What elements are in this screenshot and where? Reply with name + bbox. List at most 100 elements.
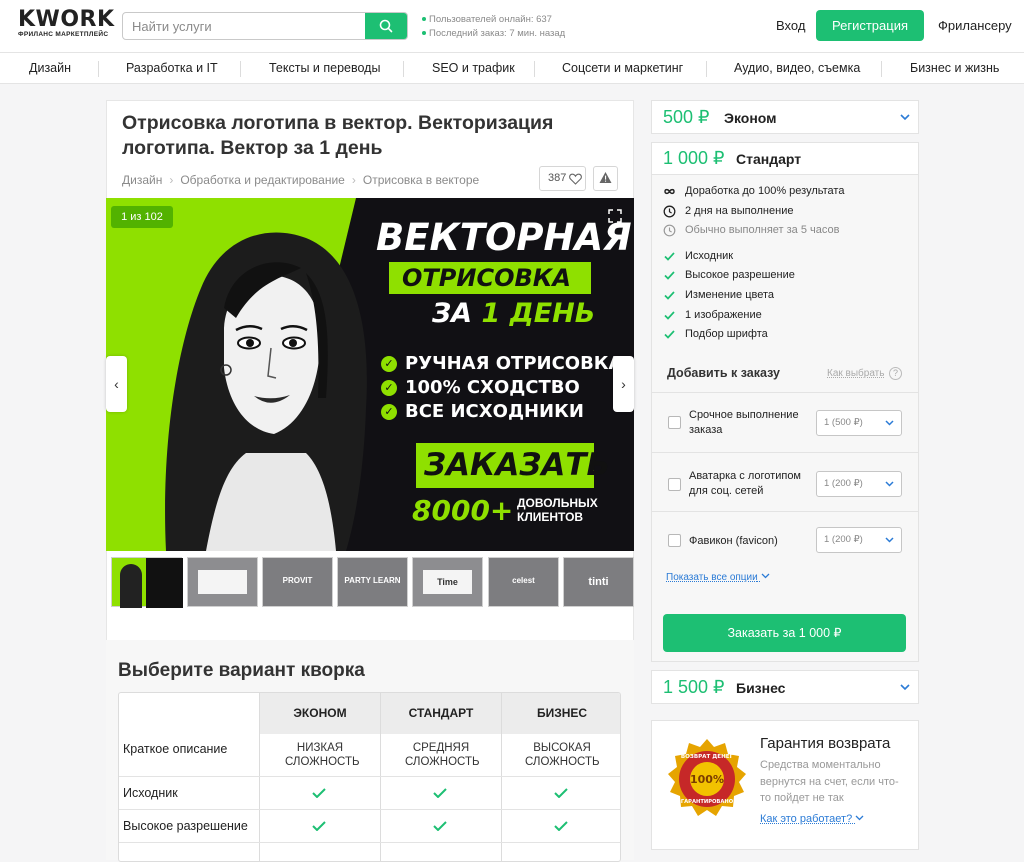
freelancer-link[interactable]: Фрилансеру bbox=[938, 18, 1012, 33]
category-dev[interactable]: Разработка и IT bbox=[126, 61, 218, 75]
thumb-card bbox=[198, 570, 247, 594]
table-cell: СРЕДНЯЯ СЛОЖНОСТЬ bbox=[405, 742, 480, 768]
tier-name: Бизнес bbox=[736, 680, 786, 696]
table-divider bbox=[119, 809, 620, 810]
tier-standard-panel bbox=[651, 142, 919, 662]
check-icon bbox=[554, 788, 568, 798]
gallery-thumbnail[interactable]: PROVIT bbox=[262, 557, 333, 607]
addon-checkbox[interactable] bbox=[668, 478, 681, 491]
gallery-prev-button[interactable]: ‹ bbox=[106, 356, 127, 412]
check-icon bbox=[664, 330, 675, 339]
table-divider bbox=[501, 693, 502, 861]
chevron-down-icon bbox=[900, 684, 910, 691]
feature-text: 1 изображение bbox=[685, 309, 762, 321]
gallery-thumbnail[interactable] bbox=[111, 557, 183, 608]
table-divider bbox=[259, 693, 260, 861]
addon-checkbox[interactable] bbox=[668, 534, 681, 547]
row-label: Высокое разрешение bbox=[123, 819, 248, 833]
how-to-choose-link[interactable]: Как выбрать bbox=[827, 368, 884, 379]
category-divider bbox=[240, 61, 241, 77]
package-table: ЭКОНОМ СТАНДАРТ БИЗНЕС Краткое описание … bbox=[118, 692, 621, 862]
show-all-label: Показать все опции bbox=[666, 572, 758, 583]
addon-quantity-select[interactable]: 1 (200 ₽) bbox=[816, 527, 902, 553]
category-audio-video[interactable]: Аудио, видео, съемка bbox=[734, 61, 860, 75]
category-smm[interactable]: Соцсети и маркетинг bbox=[562, 61, 683, 75]
search-input[interactable] bbox=[123, 13, 367, 39]
addon-quantity-select[interactable]: 1 (500 ₽) bbox=[816, 410, 902, 436]
feature-text: Исходник bbox=[685, 250, 734, 262]
check-circle-icon: ✓ bbox=[381, 404, 397, 420]
breadcrumb-item[interactable]: Обработка и редактирование bbox=[180, 173, 345, 187]
category-seo[interactable]: SEO и трафик bbox=[432, 61, 515, 75]
expand-icon[interactable] bbox=[608, 209, 622, 223]
addon-checkbox[interactable] bbox=[668, 416, 681, 429]
banner-one: 1 bbox=[481, 298, 501, 329]
gallery-thumbnail[interactable] bbox=[187, 557, 258, 607]
banner-bullet: ✓ РУЧНАЯ ОТРИСОВКА bbox=[381, 353, 622, 374]
gallery-thumbnail[interactable]: tinti bbox=[563, 557, 634, 607]
thumb-logo-text: PROVIT bbox=[282, 576, 313, 585]
heart-icon bbox=[569, 173, 582, 185]
package-header-econom[interactable]: ЭКОНОМ bbox=[259, 693, 380, 734]
check-icon bbox=[554, 821, 568, 831]
thumb-logo-text: PARTY LEARN bbox=[344, 576, 401, 585]
guarantee-text: Средства моментально вернутся на счет, е… bbox=[760, 759, 899, 804]
package-header-business[interactable]: БИЗНЕС bbox=[501, 693, 620, 734]
package-header-standard[interactable]: СТАНДАРТ bbox=[380, 693, 501, 734]
banner-day: ДЕНЬ bbox=[509, 298, 596, 329]
feature-text: Подбор шрифта bbox=[685, 328, 768, 340]
banner-line-1: ВЕКТОРНАЯ bbox=[376, 216, 632, 259]
register-button[interactable]: Регистрация bbox=[816, 10, 924, 41]
check-circle-icon: ✓ bbox=[381, 380, 397, 396]
how-it-works-link[interactable]: Как это работает? bbox=[760, 813, 864, 825]
category-business[interactable]: Бизнес и жизнь bbox=[910, 61, 999, 75]
kwork-logo[interactable]: KWORK ФРИЛАНС МАРКЕТПЛЕЙС bbox=[18, 9, 115, 39]
clock-icon bbox=[663, 224, 676, 237]
gallery-main-image[interactable]: ВЕКТОРНАЯ ОТРИСОВКА ЗА 1 ДЕНЬ ✓ РУЧНАЯ ОТ… bbox=[106, 198, 634, 551]
category-divider bbox=[98, 61, 99, 77]
chevron-down-icon bbox=[761, 573, 769, 579]
breadcrumb-item[interactable]: Дизайн bbox=[122, 173, 162, 187]
addon-quantity-select[interactable]: 1 (200 ₽) bbox=[816, 471, 902, 497]
addon-select-value: 1 (200 ₽) bbox=[824, 534, 863, 545]
check-icon bbox=[664, 311, 675, 320]
header: KWORK ФРИЛАНС МАРКЕТПЛЕЙС Пользователей … bbox=[0, 0, 1024, 52]
banner-clients-num: 8000+ bbox=[412, 494, 514, 527]
report-button[interactable] bbox=[593, 166, 618, 191]
check-icon bbox=[312, 821, 326, 831]
category-design[interactable]: Дизайн bbox=[29, 61, 71, 75]
banner-bullet-text: 100% СХОДСТВО bbox=[405, 377, 580, 398]
order-button[interactable]: Заказать за 1 000 ₽ bbox=[663, 614, 906, 652]
site-stats: Пользователей онлайн: 637 Последний зака… bbox=[422, 13, 565, 41]
seal-bottom: ГАРАНТИРОВАНО bbox=[681, 799, 734, 805]
login-link[interactable]: Вход bbox=[776, 18, 805, 33]
gallery-thumbnail[interactable]: PARTY LEARN bbox=[337, 557, 408, 607]
gallery-thumbnail[interactable]: Time bbox=[412, 557, 483, 607]
chevron-down-icon bbox=[900, 114, 910, 121]
check-icon bbox=[433, 821, 447, 831]
favorite-button[interactable]: 387 bbox=[539, 166, 586, 191]
tier-business[interactable]: 1 500 ₽ Бизнес bbox=[651, 670, 919, 704]
tier-econom[interactable]: 500 ₽ Эконом bbox=[651, 100, 919, 134]
tier-standard[interactable]: 1 000 ₽ Стандарт bbox=[651, 142, 919, 175]
banner-clients-label: ДОВОЛЬНЫХ КЛИЕНТОВ bbox=[517, 496, 598, 524]
breadcrumb-item[interactable]: Отрисовка в векторе bbox=[363, 173, 479, 187]
chevron-down-icon bbox=[885, 481, 894, 487]
chevron-right-icon: › bbox=[621, 376, 626, 392]
question-icon[interactable]: ? bbox=[889, 367, 902, 380]
guarantee-seal-icon: 100% ВОЗВРАТ ДЕНЕГ ГАРАНТИРОВАНО bbox=[668, 739, 746, 816]
gallery-counter: 1 из 102 bbox=[111, 206, 173, 228]
search-button[interactable] bbox=[365, 13, 407, 39]
table-cell: НИЗКАЯ СЛОЖНОСТЬ bbox=[285, 742, 360, 768]
category-divider bbox=[706, 61, 707, 77]
chevron-right-icon: › bbox=[169, 173, 174, 187]
category-texts[interactable]: Тексты и переводы bbox=[269, 61, 380, 75]
how-it-works-label: Как это работает? bbox=[760, 813, 853, 825]
gallery-next-button[interactable]: › bbox=[613, 356, 634, 412]
addon-label: Срочное выполнение заказа bbox=[689, 409, 799, 436]
gallery-thumbnail[interactable]: celest bbox=[488, 557, 559, 607]
check-icon bbox=[664, 252, 675, 261]
show-all-options-link[interactable]: Показать все опции bbox=[666, 572, 770, 583]
check-icon bbox=[664, 271, 675, 280]
infinity-icon bbox=[664, 188, 675, 195]
